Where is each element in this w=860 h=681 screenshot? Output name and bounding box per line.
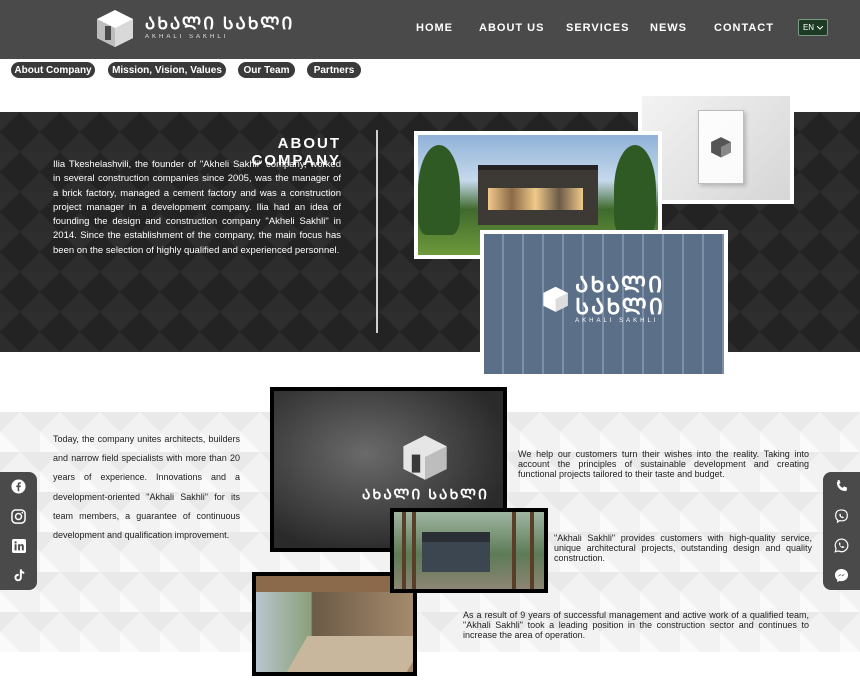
sign-plate (698, 110, 744, 184)
cube-logo-icon (711, 137, 731, 158)
nav-about-us[interactable]: ABOUT US (479, 22, 544, 34)
tree-trunk (530, 512, 534, 589)
phone-icon[interactable] (834, 479, 850, 495)
cube-logo-icon (543, 286, 568, 312)
nav-services[interactable]: SERVICES (566, 22, 629, 34)
nav-home[interactable]: HOME (416, 22, 453, 34)
language-select[interactable]: EN (798, 19, 828, 36)
tree-shape (418, 145, 460, 235)
logo-wordmark: ᲐᲮᲐᲚᲘ ᲡᲐᲮᲚᲘ AKHALI SAKHLI (145, 15, 294, 41)
results-text: As a result of 9 years of successful man… (463, 610, 809, 640)
linkedin-icon[interactable] (11, 538, 27, 554)
tree-trunk (412, 512, 416, 589)
vertical-divider (376, 130, 378, 333)
instagram-icon[interactable] (11, 508, 27, 524)
cube-logo-icon (97, 10, 133, 47)
pavilion-shape (422, 532, 490, 572)
card-logo: ᲐᲮᲐᲚᲘ ᲡᲐᲮᲚᲘ (362, 433, 489, 502)
tab-partners[interactable]: Partners (307, 62, 361, 78)
facade-logo-text: ᲐᲮᲐᲚᲘ ᲡᲐᲮᲚᲘ (575, 272, 665, 319)
tab-our-team[interactable]: Our Team (238, 62, 295, 78)
tiktok-icon[interactable] (11, 567, 27, 583)
pavilion-photo (390, 508, 548, 593)
viber-icon[interactable] (834, 508, 850, 524)
tree-shape (614, 145, 656, 235)
cube-logo-icon (403, 435, 448, 480)
nav-news[interactable]: NEWS (650, 22, 687, 34)
facade-logo-sub: AKHALI SAKHLI (575, 318, 659, 324)
logo-sub-text: AKHALI SAKHLI (145, 34, 229, 40)
brand-logo[interactable]: ᲐᲮᲐᲚᲘ ᲡᲐᲮᲚᲘ AKHALI SAKHLI (95, 8, 294, 48)
customers-text: We help our customers turn their wishes … (518, 449, 809, 479)
nav-contact[interactable]: CONTACT (714, 22, 774, 34)
tab-mission-vision-values[interactable]: Mission, Vision, Values (108, 62, 226, 78)
card-logo-text: ᲐᲮᲐᲚᲘ ᲡᲐᲮᲚᲘ (362, 486, 489, 502)
about-text: Ilia Tkeshelashvili, the founder of "Akh… (53, 159, 341, 256)
team-text: Today, the company unites architects, bu… (53, 434, 240, 541)
language-value: EN (802, 23, 815, 32)
site-header: ᲐᲮᲐᲚᲘ ᲡᲐᲮᲚᲘ AKHALI SAKHLI HOME ABOUT US … (0, 0, 860, 59)
social-sidebar (0, 472, 37, 590)
facade-photo: ᲐᲮᲐᲚᲘ ᲡᲐᲮᲚᲘ AKHALI SAKHLI (480, 230, 728, 378)
chevron-down-icon (817, 25, 824, 30)
service-text: "Akhali Sakhli" provides customers with … (554, 533, 812, 563)
messenger-icon[interactable] (834, 567, 850, 583)
logo-main-text: ᲐᲮᲐᲚᲘ ᲡᲐᲮᲚᲘ (145, 14, 295, 33)
facebook-icon[interactable] (11, 479, 27, 495)
contact-sidebar (823, 472, 860, 590)
whatsapp-icon[interactable] (834, 538, 850, 554)
tab-about-company[interactable]: About Company (11, 62, 95, 78)
facade-logo: ᲐᲮᲐᲚᲘ ᲡᲐᲮᲚᲘ AKHALI SAKHLI (542, 274, 724, 324)
tree-trunk (512, 512, 516, 589)
balcony-floor (284, 636, 413, 672)
tree-trunk (402, 512, 406, 589)
house-shape (478, 165, 598, 225)
